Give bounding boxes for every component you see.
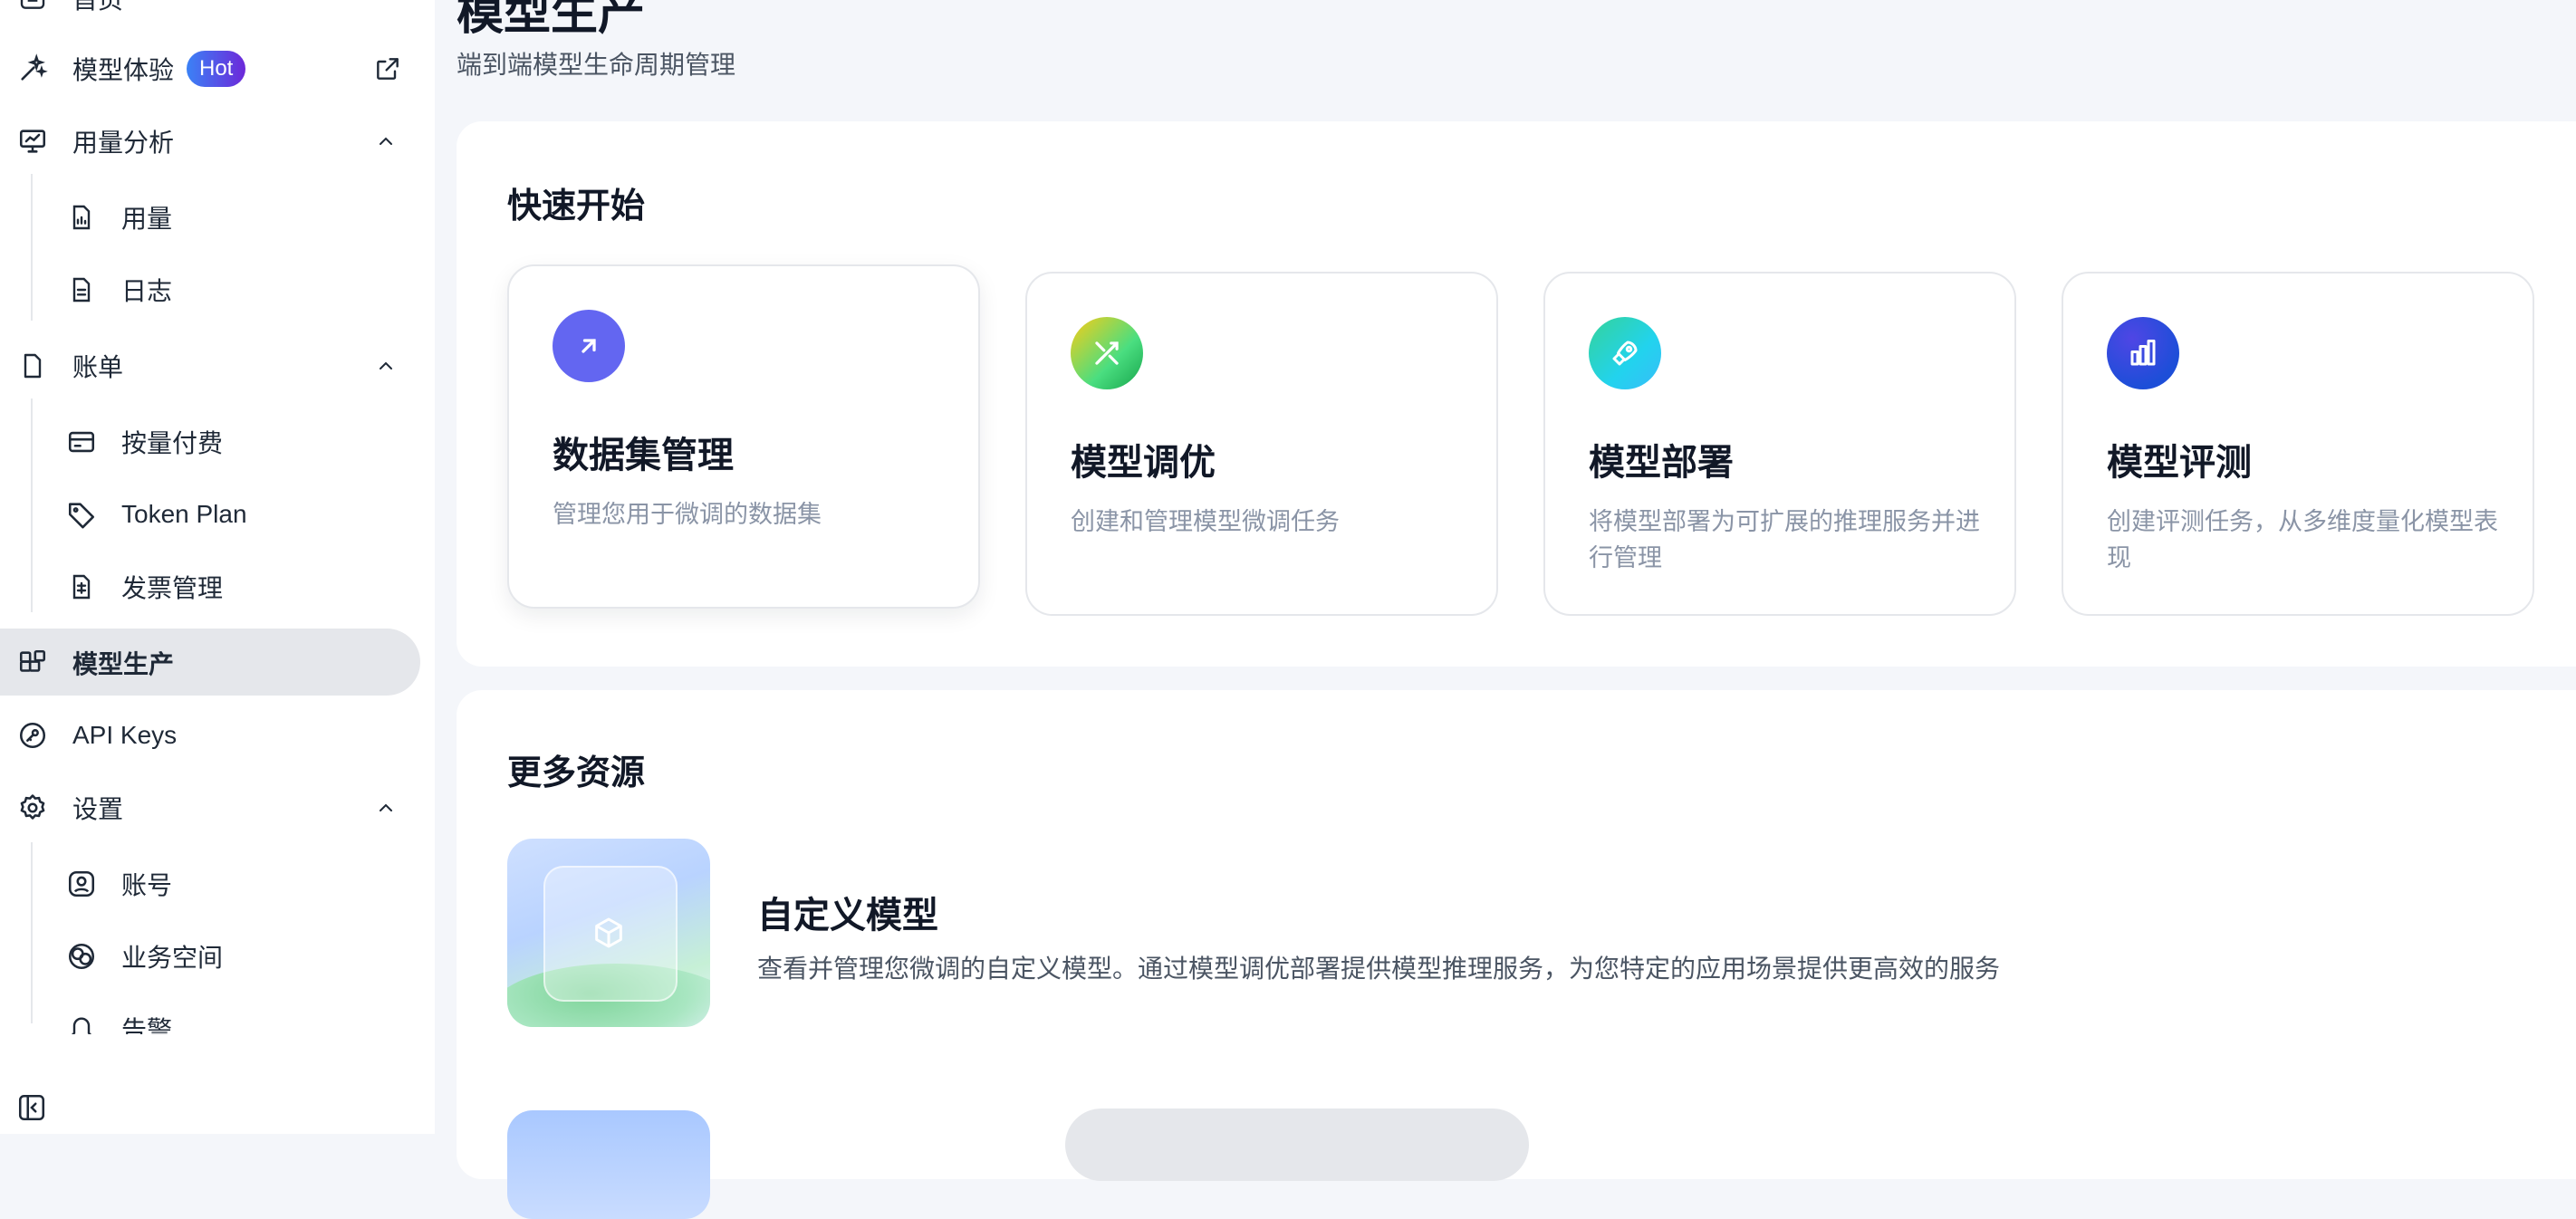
quick-start-panel: 快速开始 数据集管理 管理您用于微调的数据集 模型调优 创建和管理模型微调任务 … (457, 121, 2576, 667)
card-description: 创建和管理模型微调任务 (1071, 508, 1340, 535)
sidebar-item-label: 业务空间 (121, 944, 224, 972)
sidebar-item-model-playground[interactable]: 模型体验 Hot (0, 36, 420, 101)
main-content: 模型生产 端到端模型生命周期管理 快速开始 数据集管理 管理您用于微调的数据集 … (435, 0, 2576, 1219)
model-evaluation-card[interactable]: 模型评测 创建评测任务，从多维度量化模型表现 (2062, 272, 2534, 616)
bar-chart-icon (2107, 317, 2179, 389)
sidebar-item-alerts[interactable]: 告警 (0, 994, 420, 1034)
sidebar-item-label: 发票管理 (121, 574, 224, 602)
monitor-chart-icon (16, 125, 49, 158)
more-resources-panel: 更多资源 自定义模型 查看并管理您微调的自定义模型。通过模型调优部署提供模型推理… (457, 690, 2576, 1219)
sidebar-item-usage[interactable]: 用量 (0, 185, 420, 250)
external-link-icon[interactable] (373, 54, 402, 83)
sidebar-item-label: API Keys (72, 721, 178, 749)
file-text-icon (65, 274, 98, 306)
gear-icon (16, 792, 49, 824)
card-title: 模型调优 (1071, 443, 1216, 483)
bell-icon (65, 1011, 98, 1034)
card-description: 管理您用于微调的数据集 (553, 501, 822, 528)
sidebar-item-label: 设置 (72, 795, 124, 823)
sidebar-item-home[interactable]: 首页 (0, 0, 420, 31)
user-square-icon (65, 868, 98, 900)
chevron-up-icon[interactable] (373, 129, 399, 154)
tools-icon (1071, 317, 1143, 389)
model-deployment-card[interactable]: 模型部署 将模型部署为可扩展的推理服务并进行管理 (1543, 272, 2016, 616)
dataset-management-card[interactable]: 数据集管理 管理您用于微调的数据集 (507, 264, 980, 609)
sidebar-item-label: 日志 (121, 277, 173, 305)
custom-model-thumbnail (507, 839, 710, 1027)
sidebar-item-label: Token Plan (121, 500, 247, 528)
page-subtitle: 端到端模型生命周期管理 (457, 51, 736, 79)
resource-description: 查看并管理您微调的自定义模型。通过模型调优部署提供模型推理服务，为您特定的应用场… (757, 955, 2001, 983)
sidebar-item-workspace[interactable]: 业务空间 (0, 924, 420, 989)
sparkle-wand-icon (16, 53, 49, 85)
sidebar-item-label: 账单 (72, 353, 124, 381)
sidebar-item-usage-analysis[interactable]: 用量分析 (0, 109, 420, 174)
file-icon (16, 350, 49, 382)
key-circle-icon (16, 719, 49, 752)
arrow-up-right-icon (553, 310, 625, 382)
resource-thumbnail (507, 1110, 710, 1219)
sidebar-item-api-keys[interactable]: API Keys (0, 703, 420, 768)
rocket-icon (1589, 317, 1661, 389)
sidebar-item-label: 告警 (121, 1016, 173, 1034)
credit-card-icon (65, 426, 98, 458)
card-title: 数据集管理 (553, 436, 734, 475)
workspace-icon (65, 940, 98, 973)
card-title: 模型评测 (2107, 443, 2252, 483)
sidebar-item-account[interactable]: 账号 (0, 851, 420, 917)
hot-badge: Hot (187, 51, 246, 87)
sidebar-item-logs[interactable]: 日志 (0, 257, 420, 322)
sidebar-collapse-icon[interactable] (16, 1092, 47, 1123)
chevron-up-icon[interactable] (373, 795, 399, 821)
home-icon (16, 0, 49, 14)
custom-model-resource[interactable]: 自定义模型 查看并管理您微调的自定义模型。通过模型调优部署提供模型推理服务，为您… (507, 839, 2500, 1029)
resource-title: 自定义模型 (757, 896, 938, 936)
file-dollar-icon (65, 571, 98, 603)
sidebar-item-label: 模型生产 (72, 650, 175, 678)
sidebar-item-invoice[interactable]: 发票管理 (0, 554, 420, 619)
card-title: 模型部署 (1589, 443, 1734, 483)
sidebar-item-label: 首页 (72, 0, 123, 16)
section-title: 快速开始 (507, 187, 646, 226)
file-chart-icon (65, 201, 98, 234)
chevron-up-icon[interactable] (373, 353, 399, 379)
blocks-icon (16, 647, 49, 679)
sidebar-item-label: 按量付费 (121, 429, 224, 457)
sidebar-item-pay-as-you-go[interactable]: 按量付费 (0, 409, 420, 475)
tag-icon (65, 498, 98, 531)
sidebar-item-token-plan[interactable]: Token Plan (0, 482, 420, 547)
toast-notification (1065, 1109, 1529, 1181)
page-title: 模型生产 (457, 0, 646, 40)
sidebar-item-label: 用量分析 (72, 129, 175, 157)
card-description: 将模型部署为可扩展的推理服务并进行管理 (1589, 508, 1980, 571)
sidebar-item-label: 模型体验 (72, 56, 175, 84)
card-description: 创建评测任务，从多维度量化模型表现 (2107, 508, 2498, 571)
sidebar-item-label: 账号 (121, 871, 173, 899)
sidebar-item-settings[interactable]: 设置 (0, 775, 420, 840)
model-tuning-card[interactable]: 模型调优 创建和管理模型微调任务 (1025, 272, 1498, 616)
sidebar-item-billing[interactable]: 账单 (0, 333, 420, 398)
sidebar: 首页 模型体验 Hot 用量分析 用量 日志 (0, 0, 435, 1134)
cube-icon (591, 915, 627, 951)
section-title: 更多资源 (507, 754, 646, 792)
sidebar-item-label: 用量 (121, 205, 173, 233)
sidebar-item-model-production[interactable]: 模型生产 (0, 630, 420, 696)
